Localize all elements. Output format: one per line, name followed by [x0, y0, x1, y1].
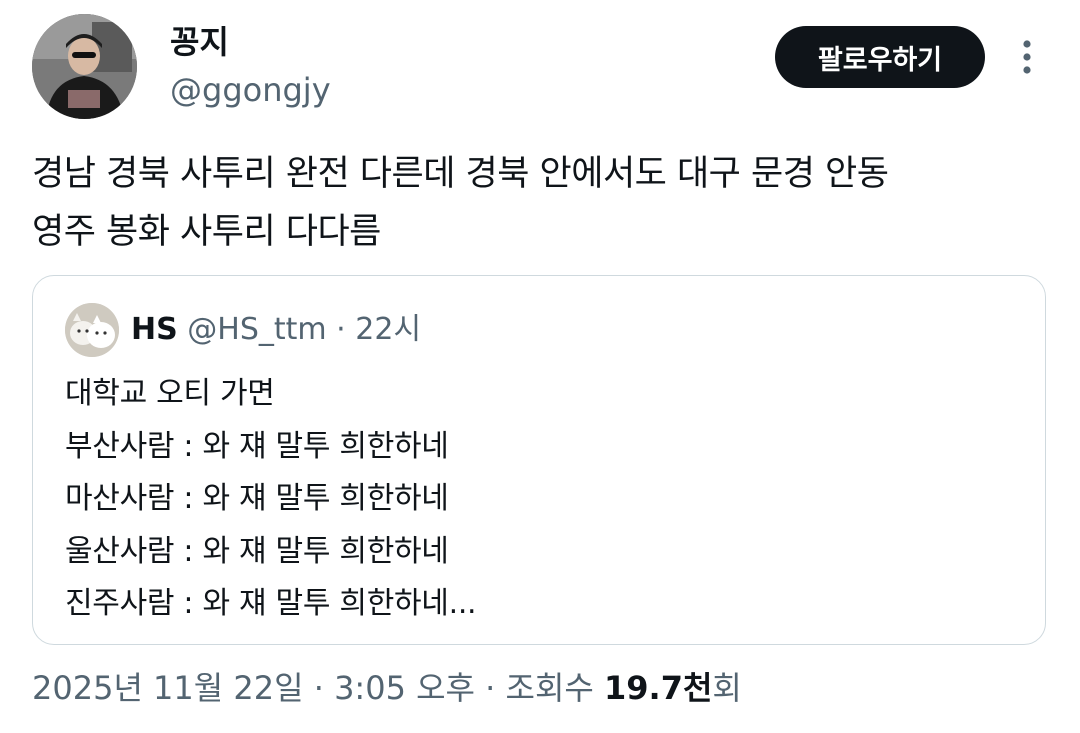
- quoted-text-line: 마산사람 : 와 쟤 말투 희한하네: [65, 481, 449, 516]
- views-count: 19.7천: [604, 669, 713, 707]
- follow-button[interactable]: 팔로우하기: [775, 26, 985, 88]
- tweet-text-line: 영주 봉화 사투리 다다름: [32, 212, 381, 252]
- tweet-text: 경남 경북 사투리 완전 다른데 경북 안에서도 대구 문경 안동 영주 봉화 …: [32, 145, 1052, 261]
- tweet-meta: 2025년 11월 22일 · 3:05 오후 · 조회수 19.7천회: [32, 666, 742, 710]
- separator-dot: ·: [336, 312, 346, 347]
- quoted-author-handle: @HS_ttm: [187, 312, 327, 347]
- author-avatar[interactable]: [32, 14, 137, 119]
- more-vertical-icon[interactable]: [1010, 38, 1044, 78]
- quoted-tweet-header: HS @HS_ttm · 22시: [131, 310, 421, 350]
- quoted-tweet-time: 22시: [355, 312, 422, 347]
- quoted-avatar-image: [65, 303, 119, 357]
- quoted-text-line: 울산사람 : 와 쟤 말투 희한하네: [65, 533, 449, 569]
- quoted-text-line: 대학교 오티 가면: [65, 376, 275, 411]
- quoted-author-avatar: [65, 303, 119, 357]
- quoted-text-line: 진주사람 : 와 쟤 말투 희한하네...: [65, 586, 477, 621]
- author-display-name[interactable]: 꽁지: [170, 22, 229, 62]
- views-label: 조회수: [505, 669, 594, 707]
- quoted-tweet-card[interactable]: HS @HS_ttm · 22시 대학교 오티 가면 부산사람 : 와 쟤 말투…: [32, 275, 1046, 645]
- author-handle[interactable]: @ggongjy: [170, 70, 331, 110]
- tweet-date[interactable]: 2025년 11월 22일: [32, 669, 304, 707]
- quoted-tweet-text: 대학교 오티 가면 부산사람 : 와 쟤 말투 희한하네 마산사람 : 와 쟤 …: [65, 368, 477, 631]
- tweet-time[interactable]: 3:05 오후: [334, 669, 475, 707]
- quoted-author-name: HS: [131, 312, 178, 347]
- separator-dot: ·: [313, 669, 324, 707]
- tweet-text-line: 경남 경북 사투리 완전 다른데 경북 안에서도 대구 문경 안동: [32, 154, 889, 194]
- tweet-page: 꽁지 @ggongjy 팔로우하기 경남 경북 사투리 완전 다른데 경북 안에…: [0, 0, 1080, 733]
- author-avatar-image: [32, 14, 137, 119]
- separator-dot: ·: [485, 669, 496, 707]
- views-suffix: 회: [712, 669, 742, 707]
- quoted-text-line: 부산사람 : 와 쟤 말투 희한하네: [65, 428, 449, 464]
